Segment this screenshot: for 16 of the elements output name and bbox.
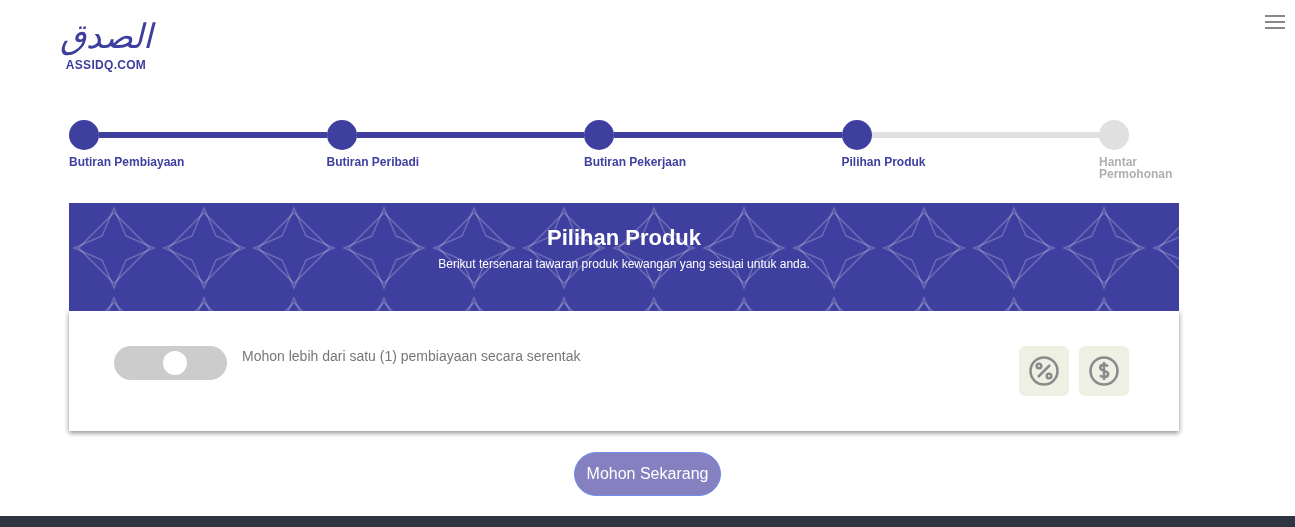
- step-label: Hantar Permohonan: [1099, 156, 1174, 180]
- toggle-switch[interactable]: [114, 346, 227, 380]
- dollar-button[interactable]: [1079, 346, 1129, 396]
- menu-icon[interactable]: [1265, 14, 1285, 30]
- option-label: Mohon lebih dari satu (1) pembiayaan secara serentak: [242, 347, 582, 366]
- banner-title: Pilihan Produk: [547, 225, 701, 251]
- percent-icon: [1028, 355, 1060, 387]
- logo-domain: ASSIDQ.COM: [65, 58, 147, 72]
- dollar-icon: [1088, 355, 1120, 387]
- step-label: Butiran Pekerjaan: [584, 156, 688, 168]
- banner-subtitle: Berikut tersenarai tawaran produk kewangan yang sesuai untuk anda.: [438, 257, 810, 271]
- step-label: Butiran Peribadi: [326, 156, 421, 168]
- apply-button[interactable]: Mohon Sekarang: [573, 452, 722, 496]
- step-label: Pilihan Produk: [841, 156, 927, 168]
- percent-button[interactable]: [1019, 346, 1069, 396]
- step-label: Butiran Pembiayaan: [69, 156, 186, 168]
